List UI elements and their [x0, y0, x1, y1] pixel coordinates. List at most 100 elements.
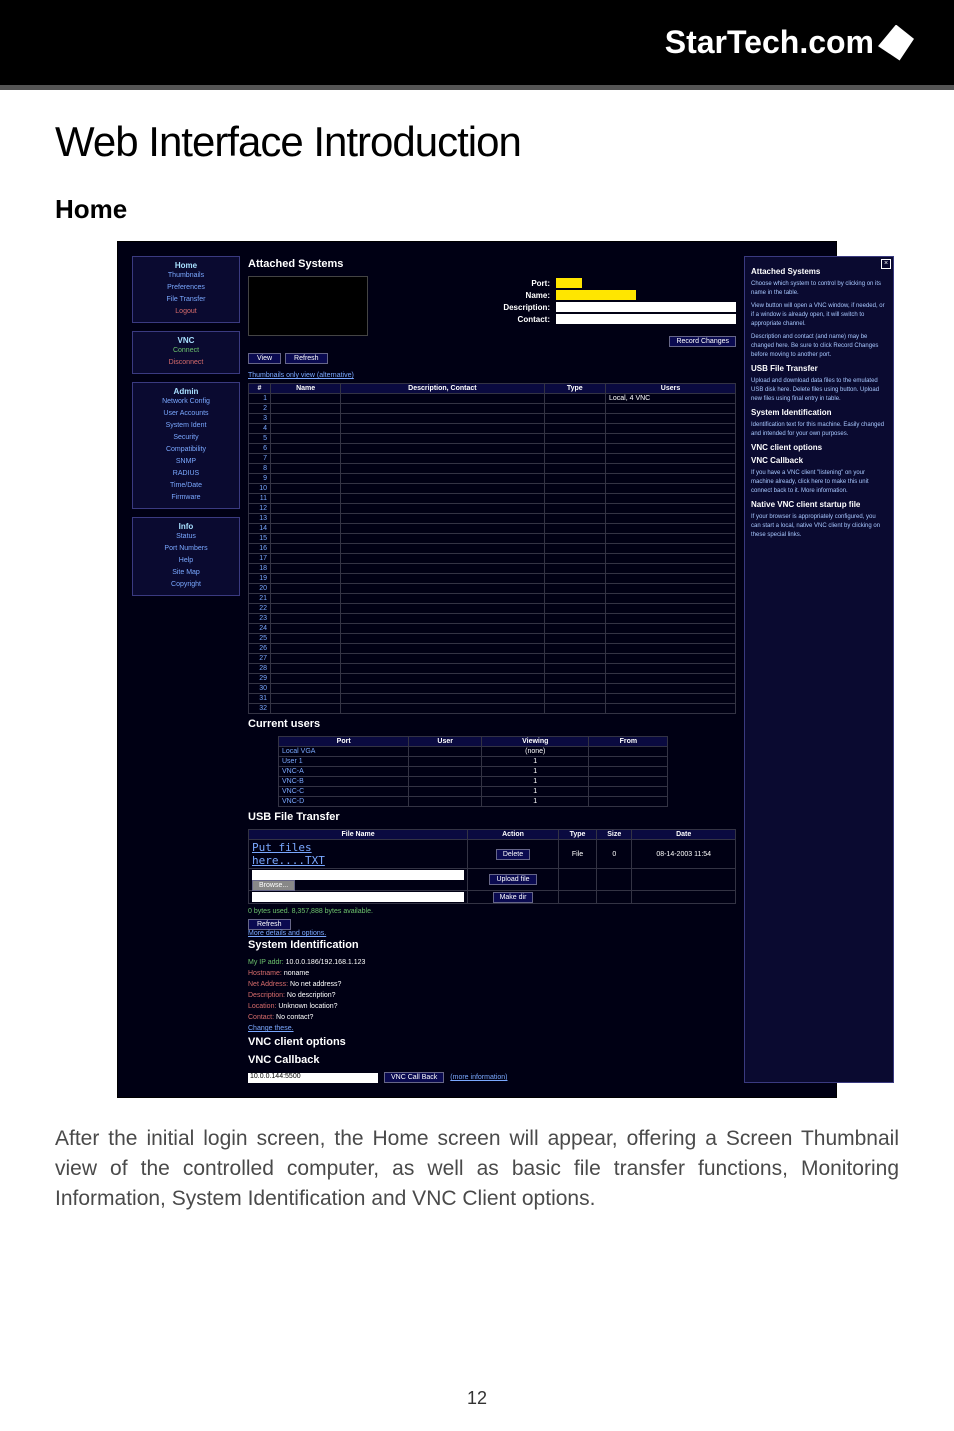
record-changes-button[interactable]: Record Changes — [669, 336, 736, 347]
table-row[interactable]: 23 — [249, 614, 736, 624]
nav-compatibility[interactable]: Compatibility — [137, 444, 235, 456]
help-sidebar: × Attached Systems Choose which system t… — [744, 256, 894, 1083]
nav-logout[interactable]: Logout — [137, 306, 235, 318]
section-heading: Home — [55, 194, 899, 225]
table-row[interactable]: 11 — [249, 494, 736, 504]
nav-firmware[interactable]: Firmware — [137, 492, 235, 504]
table-row[interactable]: 32 — [249, 704, 736, 714]
table-row[interactable]: 4 — [249, 424, 736, 434]
nav-status[interactable]: Status — [137, 531, 235, 543]
usb-table: File Name Action Type Size Date Put file… — [248, 829, 736, 904]
nav-port-numbers[interactable]: Port Numbers — [137, 543, 235, 555]
close-icon[interactable]: × — [881, 259, 891, 269]
page-title: Web Interface Introduction — [55, 118, 899, 166]
nav-system-ident[interactable]: System Ident — [137, 420, 235, 432]
table-row[interactable]: 3 — [249, 414, 736, 424]
page-number: 12 — [0, 1388, 954, 1409]
sysid-block: My IP addr: 10.0.0.186/192.168.1.123 Hos… — [248, 957, 736, 1034]
table-row[interactable]: 27 — [249, 654, 736, 664]
table-row[interactable]: 10 — [249, 484, 736, 494]
table-row[interactable]: 22 — [249, 604, 736, 614]
table-row: VNC-D1 — [279, 797, 668, 807]
nav-snmp[interactable]: SNMP — [137, 456, 235, 468]
screenshot: Home Thumbnails Preferences File Transfe… — [117, 241, 837, 1098]
usb-refresh-button[interactable]: Refresh — [248, 919, 291, 930]
nav-security[interactable]: Security — [137, 432, 235, 444]
table-row: VNC-B1 — [279, 777, 668, 787]
table-row[interactable]: 21 — [249, 594, 736, 604]
makedir-input[interactable] — [252, 892, 464, 902]
sysid-heading: System Identification — [248, 939, 736, 951]
table-row[interactable]: 17 — [249, 554, 736, 564]
table-row[interactable]: 6 — [249, 444, 736, 454]
description-input[interactable] — [556, 302, 736, 312]
table-row[interactable]: 5 — [249, 434, 736, 444]
nav-copyright[interactable]: Copyright — [137, 579, 235, 591]
attached-heading: Attached Systems — [248, 258, 736, 270]
preview-thumbnail — [248, 276, 368, 336]
delete-button[interactable]: Delete — [496, 849, 530, 860]
table-row[interactable]: 24 — [249, 624, 736, 634]
port-input[interactable] — [556, 278, 582, 288]
usb-makedir-row: Make dir — [249, 891, 736, 904]
usb-more-link[interactable]: More details and options. — [248, 930, 326, 937]
table-row[interactable]: 30 — [249, 684, 736, 694]
table-row[interactable]: 28 — [249, 664, 736, 674]
table-row[interactable]: 7 — [249, 454, 736, 464]
table-row[interactable]: 26 — [249, 644, 736, 654]
nav-help[interactable]: Help — [137, 555, 235, 567]
table-row: User 11 — [279, 757, 668, 767]
table-row[interactable]: 12 — [249, 504, 736, 514]
usb-upload-row: Browse... Upload file — [249, 869, 736, 891]
vnc-callback-more-link[interactable]: (more information) — [450, 1074, 507, 1081]
table-row[interactable]: 20 — [249, 584, 736, 594]
contact-input[interactable] — [556, 314, 736, 324]
table-row[interactable]: 16 — [249, 544, 736, 554]
nav-network-config[interactable]: Network Config — [137, 396, 235, 408]
nav-connect[interactable]: Connect — [137, 345, 235, 357]
table-row[interactable]: 31 — [249, 694, 736, 704]
page-header: StarTech.com — [0, 0, 954, 90]
refresh-button[interactable]: Refresh — [285, 353, 328, 364]
table-row[interactable]: 29 — [249, 674, 736, 684]
table-row[interactable]: 19 — [249, 574, 736, 584]
nav-home: Home Thumbnails Preferences File Transfe… — [132, 256, 240, 323]
table-row[interactable]: 13 — [249, 514, 736, 524]
browse-button[interactable]: Browse... — [252, 880, 295, 891]
view-button[interactable]: View — [248, 353, 281, 364]
nav-thumbnails[interactable]: Thumbnails — [137, 270, 235, 282]
logo-icon — [878, 25, 914, 61]
caption-text: After the initial login screen, the Home… — [55, 1124, 899, 1214]
systems-table: # Name Description, Contact Type Users 1… — [248, 383, 736, 714]
change-these-link[interactable]: Change these. — [248, 1025, 294, 1032]
table-row[interactable]: 8 — [249, 464, 736, 474]
makedir-button[interactable]: Make dir — [493, 892, 534, 903]
brand-text: StarTech.com — [665, 24, 874, 61]
vnc-callback-button[interactable]: VNC Call Back — [384, 1072, 444, 1083]
nav-user-accounts[interactable]: User Accounts — [137, 408, 235, 420]
table-row[interactable]: 14 — [249, 524, 736, 534]
nav-time-date[interactable]: Time/Date — [137, 480, 235, 492]
table-row[interactable]: 25 — [249, 634, 736, 644]
nav-site-map[interactable]: Site Map — [137, 567, 235, 579]
usb-file-row: Put fileshere....TXT Delete File 0 08-14… — [249, 840, 736, 869]
table-row[interactable]: 15 — [249, 534, 736, 544]
nav-radius[interactable]: RADIUS — [137, 468, 235, 480]
thumbnails-alt-link[interactable]: Thumbnails only view (alternative) — [248, 372, 354, 379]
vnc-callback-heading: VNC Callback — [248, 1054, 736, 1066]
table-row[interactable]: 2 — [249, 404, 736, 414]
table-row[interactable]: 9 — [249, 474, 736, 484]
nav-file-transfer[interactable]: File Transfer — [137, 294, 235, 306]
table-row: VNC-A1 — [279, 767, 668, 777]
name-input[interactable] — [556, 290, 636, 300]
main-panel: Attached Systems Port: Name: Description… — [248, 256, 736, 1083]
nav-disconnect[interactable]: Disconnect — [137, 357, 235, 369]
usb-file-link[interactable]: Put fileshere....TXT — [252, 841, 325, 867]
table-row[interactable]: 1Local, 4 VNC — [249, 394, 736, 404]
table-row[interactable]: 18 — [249, 564, 736, 574]
vnc-callback-input[interactable]: 10.0.0.144:5500 — [248, 1073, 378, 1083]
upload-button[interactable]: Upload file — [489, 874, 536, 885]
nav-preferences[interactable]: Preferences — [137, 282, 235, 294]
upload-path-input[interactable] — [252, 870, 464, 880]
brand-logo: StarTech.com — [665, 24, 914, 61]
